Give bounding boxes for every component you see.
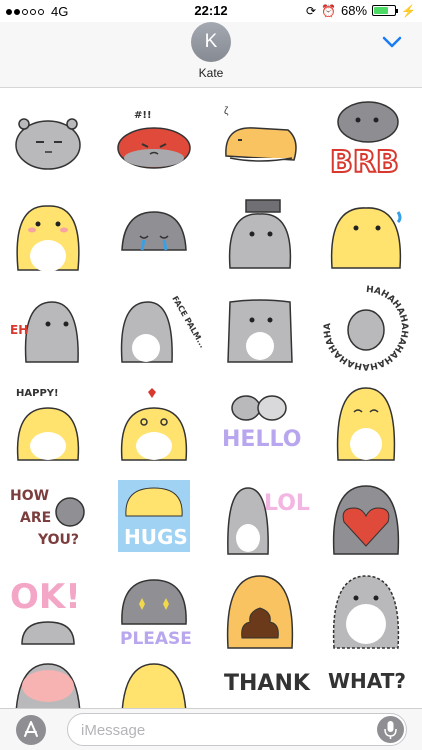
hugs-text: HUGS xyxy=(124,525,188,549)
sticker-gray-square[interactable] xyxy=(220,288,300,368)
microphone-icon xyxy=(384,721,397,739)
sticker-symbol-text: #!! xyxy=(134,110,152,121)
sticker-heartbroken[interactable] xyxy=(114,382,194,462)
sticker-heart[interactable] xyxy=(326,476,406,556)
message-input-bar: iMessage xyxy=(0,708,422,750)
charging-bolt-icon: ⚡ xyxy=(401,3,416,18)
sticker-angry-red[interactable]: #!! xyxy=(114,100,194,180)
sticker-happy[interactable]: HAPPY! xyxy=(8,382,88,462)
sticker-yellow-sweat[interactable] xyxy=(326,194,406,274)
contact-avatar[interactable]: K xyxy=(191,22,231,62)
sticker-what[interactable]: WHAT? xyxy=(326,660,406,710)
status-bar: 4G 22:12 ⟳ ⏰ 68% ⚡ xyxy=(0,0,422,22)
sticker-laughing[interactable]: HAHAHAHAHAHAHAHAHAHAHAHA xyxy=(323,285,409,371)
svg-text:ζ: ζ xyxy=(224,106,229,117)
message-placeholder: iMessage xyxy=(81,722,146,739)
facepalm-text: FACE PALM... xyxy=(170,295,207,350)
sticker-poop[interactable] xyxy=(220,568,300,649)
sticker-how-are-you[interactable]: HOW ARE YOU? xyxy=(8,476,88,556)
sticker-hugs[interactable]: HUGS xyxy=(114,476,194,556)
brb-text: BRB xyxy=(330,145,399,180)
sticker-gray-fluffy[interactable] xyxy=(326,568,406,649)
are-text: ARE xyxy=(20,510,51,526)
sticker-orange-lying[interactable]: ζ xyxy=(220,100,300,180)
thank-text: THANK xyxy=(224,671,311,696)
chevron-down-icon[interactable] xyxy=(382,34,402,50)
sticker-gray-grumpy[interactable] xyxy=(8,100,88,180)
sticker-gray-crying[interactable] xyxy=(114,194,194,274)
what-text: WHAT? xyxy=(328,669,406,693)
sticker-ok[interactable]: OK! xyxy=(8,568,88,648)
sticker-yellow-peek[interactable] xyxy=(114,660,194,710)
sticker-yellow-blush[interactable] xyxy=(8,194,88,274)
message-input[interactable]: iMessage xyxy=(67,713,407,746)
please-text: PLEASE xyxy=(120,629,192,649)
lol-text: LOL xyxy=(264,491,310,516)
happy-text: HAPPY! xyxy=(16,388,59,399)
sticker-thank[interactable]: THANK xyxy=(220,660,311,710)
contact-name[interactable]: Kate xyxy=(0,66,422,80)
you-text: YOU? xyxy=(37,532,79,548)
sticker-gray-comb[interactable] xyxy=(220,194,300,274)
eh-text: EH xyxy=(10,323,28,337)
microphone-button[interactable] xyxy=(377,716,404,743)
rotation-lock-icon: ⟳ xyxy=(306,3,317,18)
sticker-grid: #!! ζ BRB EH FACE PALM... HAHAHAHAHAHAHA… xyxy=(0,90,422,710)
hello-text: HELLO xyxy=(222,427,301,452)
status-right: ⟳ ⏰ 68% ⚡ xyxy=(306,3,416,18)
battery-icon xyxy=(372,5,399,16)
sticker-eh[interactable]: EH xyxy=(8,288,88,368)
sticker-please[interactable]: PLEASE xyxy=(114,568,194,649)
ok-text: OK! xyxy=(10,577,81,617)
how-text: HOW xyxy=(10,488,49,504)
conversation-header: K Kate xyxy=(0,22,422,88)
sticker-brb[interactable]: BRB xyxy=(326,96,406,181)
battery-percent: 68% xyxy=(341,3,368,18)
sticker-hello[interactable]: HELLO xyxy=(220,382,301,462)
sticker-facepalm[interactable]: FACE PALM... xyxy=(114,288,207,368)
sticker-yellow-smile[interactable] xyxy=(326,382,406,462)
app-store-button[interactable] xyxy=(16,715,46,745)
app-store-icon xyxy=(24,721,38,737)
sticker-pink-blush[interactable] xyxy=(8,660,88,710)
alarm-icon: ⏰ xyxy=(321,3,337,18)
sticker-lol[interactable]: LOL xyxy=(220,476,310,556)
